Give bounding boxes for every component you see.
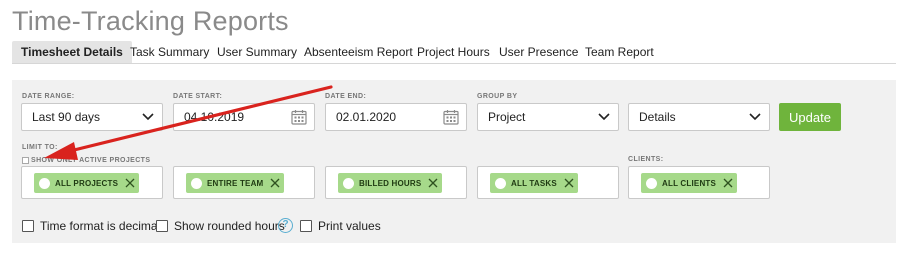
clients-label: CLIENTS: [628, 156, 664, 163]
calendar-icon[interactable] [291, 109, 307, 125]
date-end-label: DATE END: [325, 93, 367, 100]
tab-user-presence[interactable]: User Presence [499, 41, 578, 63]
detail-level-value: Details [639, 110, 676, 124]
rounded-hours-option[interactable]: Show rounded hours [156, 219, 285, 233]
circle-icon [39, 177, 50, 189]
help-icon[interactable]: ? [278, 218, 293, 233]
billing-filter-box[interactable]: BILLED HOURS [325, 166, 467, 199]
close-icon[interactable] [125, 178, 135, 188]
date-start-field[interactable]: 04.10.2019 [173, 103, 315, 131]
close-icon[interactable] [564, 178, 574, 188]
circle-icon [646, 177, 657, 189]
all-projects-chip[interactable]: ALL PROJECTS [34, 173, 140, 193]
date-end-field[interactable]: 02.01.2020 [325, 103, 467, 131]
tab-timesheet-details[interactable]: Timesheet Details [12, 41, 132, 63]
detail-level-select[interactable]: Details [628, 103, 770, 131]
chevron-down-icon [749, 113, 761, 121]
tab-team-report[interactable]: Team Report [585, 41, 654, 63]
close-icon[interactable] [270, 178, 280, 188]
page-title: Time-Tracking Reports [12, 6, 289, 36]
calendar-icon[interactable] [443, 109, 459, 125]
clients-filter-box[interactable]: ALL CLIENTS [628, 166, 770, 199]
date-end-value: 02.01.2020 [336, 110, 397, 124]
tab-task-summary[interactable]: Task Summary [130, 41, 209, 63]
close-icon[interactable] [723, 178, 733, 188]
date-start-label: DATE START: [173, 93, 223, 100]
tab-user-summary[interactable]: User Summary [217, 41, 297, 63]
entire-team-chip[interactable]: ENTIRE TEAM [186, 173, 285, 193]
chip-label: ENTIRE TEAM [207, 178, 264, 188]
tab-project-hours[interactable]: Project Hours [417, 41, 490, 63]
decimal-format-checkbox[interactable] [22, 220, 34, 232]
decimal-format-option[interactable]: Time format is decimal [22, 219, 160, 233]
chip-label: ALL CLIENTS [662, 178, 717, 188]
rounded-hours-checkbox[interactable] [156, 220, 168, 232]
active-projects-checkbox[interactable] [22, 157, 29, 164]
group-by-value: Project [488, 110, 526, 124]
date-range-label: DATE RANGE: [22, 93, 75, 100]
update-button[interactable]: Update [779, 103, 841, 131]
group-by-label: GROUP BY [477, 93, 518, 100]
date-range-value: Last 90 days [32, 110, 101, 124]
all-clients-chip[interactable]: ALL CLIENTS [641, 173, 738, 193]
all-tasks-chip[interactable]: ALL TASKS [490, 173, 578, 193]
billed-hours-chip[interactable]: BILLED HOURS [338, 173, 443, 193]
projects-filter-box[interactable]: ALL PROJECTS [21, 166, 163, 199]
tasks-filter-box[interactable]: ALL TASKS [477, 166, 619, 199]
print-values-option[interactable]: Print values [300, 219, 381, 233]
rounded-hours-label: Show rounded hours [174, 219, 285, 233]
close-icon[interactable] [428, 178, 438, 188]
circle-icon [495, 177, 506, 189]
chip-label: BILLED HOURS [359, 178, 422, 188]
print-values-label: Print values [318, 219, 381, 233]
chevron-down-icon [142, 113, 154, 121]
group-by-select[interactable]: Project [477, 103, 619, 131]
team-filter-box[interactable]: ENTIRE TEAM [173, 166, 315, 199]
date-range-select[interactable]: Last 90 days [21, 103, 163, 131]
report-tabs: Timesheet Details Task Summary User Summ… [12, 41, 896, 64]
active-projects-label: SHOW ONLY ACTIVE PROJECTS [31, 157, 151, 164]
chevron-down-icon [598, 113, 610, 121]
chip-label: ALL TASKS [511, 178, 557, 188]
limit-to-label: LIMIT TO: [22, 144, 58, 151]
circle-icon [343, 177, 354, 189]
chip-label: ALL PROJECTS [55, 178, 119, 188]
decimal-format-label: Time format is decimal [40, 219, 161, 233]
date-start-value: 04.10.2019 [184, 110, 245, 124]
tab-absenteeism-report[interactable]: Absenteeism Report [304, 41, 413, 63]
circle-icon [191, 177, 202, 189]
print-values-checkbox[interactable] [300, 220, 312, 232]
